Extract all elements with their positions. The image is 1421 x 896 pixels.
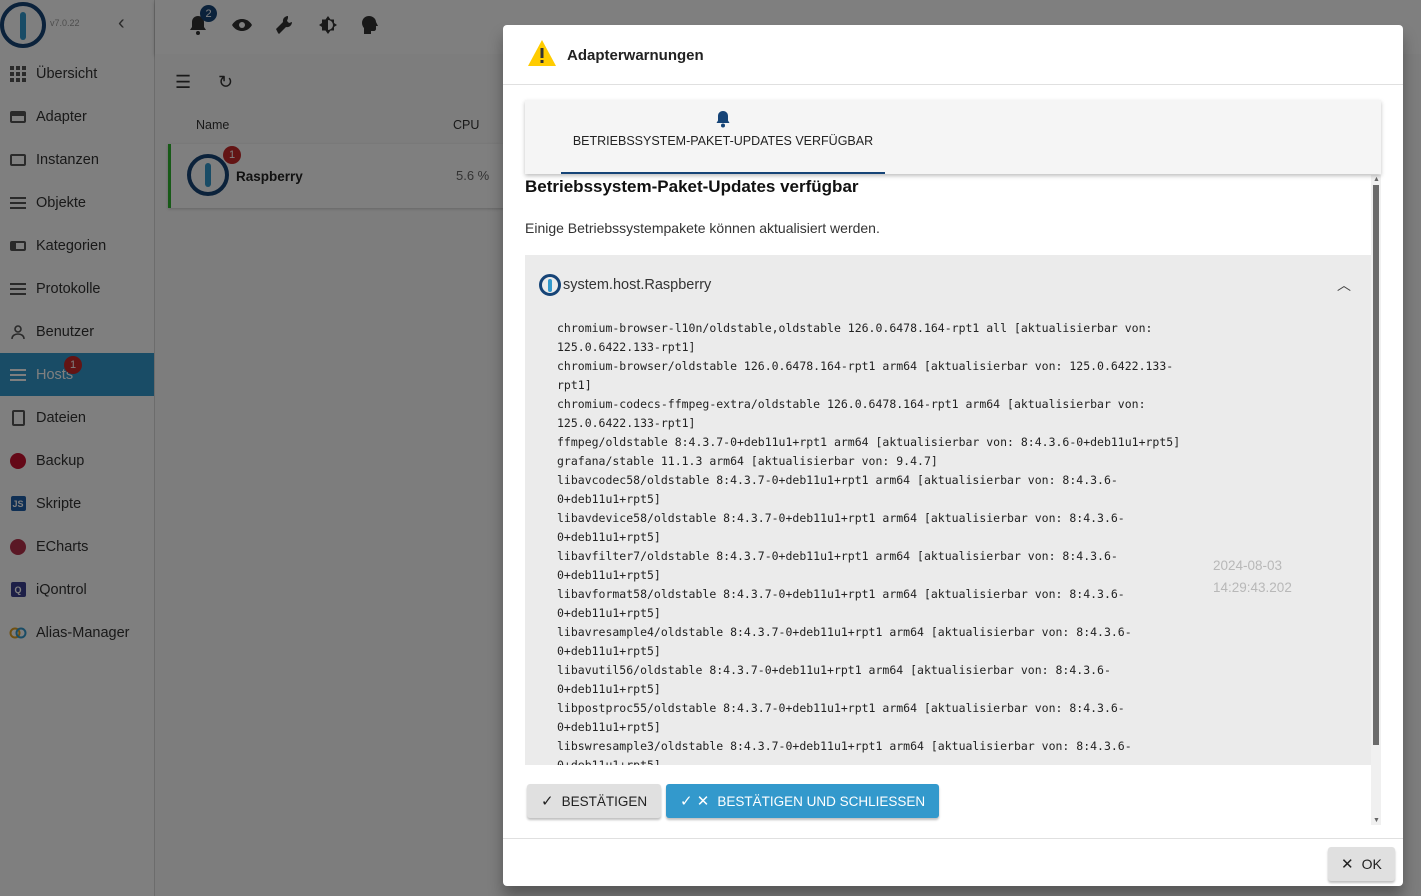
check-close-icon: ✓ ✕ — [680, 793, 710, 810]
timestamp: 2024-08-03 14:29:43.202 — [1213, 555, 1292, 599]
package-item: libswresample3/oldstable 8:4.3.7-0+deb11… — [557, 739, 1132, 765]
section-title: Betriebssystem-Paket-Updates verfügbar — [525, 177, 859, 196]
package-item: libpostproc55/oldstable 8:4.3.7-0+deb11u… — [557, 701, 1125, 734]
confirm-and-close-label: BESTÄTIGEN UND SCHLIESSEN — [717, 793, 926, 809]
package-item: libavutil56/oldstable 8:4.3.7-0+deb11u1+… — [557, 663, 1111, 696]
dialog-title-bar: Adapterwarnungen — [503, 25, 1403, 85]
package-item: libavfilter7/oldstable 8:4.3.7-0+deb11u1… — [557, 549, 1118, 582]
confirm-and-close-button[interactable]: ✓ ✕ BESTÄTIGEN UND SCHLIESSEN — [666, 784, 940, 818]
dialog-content: Betriebssystem-Paket-Updates verfügbar E… — [525, 175, 1371, 825]
host-logo-icon — [539, 274, 561, 296]
accordion-header[interactable]: system.host.Raspberry — [539, 273, 711, 297]
warning-icon — [528, 40, 556, 66]
package-item: libavformat58/oldstable 8:4.3.7-0+deb11u… — [557, 587, 1125, 620]
dialog-footer: ✕ OK — [503, 838, 1403, 886]
package-item: chromium-browser/oldstable 126.0.6478.16… — [557, 359, 1174, 392]
bell-icon — [716, 111, 730, 128]
scroll-down-arrow[interactable]: ▼ — [1373, 817, 1380, 824]
package-item: libavcodec58/oldstable 8:4.3.7-0+deb11u1… — [557, 473, 1118, 506]
ok-button-label: OK — [1361, 856, 1382, 872]
scrollbar-thumb[interactable] — [1373, 185, 1379, 745]
tab-indicator — [561, 172, 885, 174]
host-id: system.host.Raspberry — [563, 277, 712, 293]
package-list: chromium-browser-l10n/oldstable,oldstabl… — [557, 319, 1207, 765]
tab-label: BETRIEBSSYSTEM-PAKET-UPDATES VERFÜGBAR — [572, 134, 874, 148]
timestamp-time: 14:29:43.202 — [1213, 580, 1292, 595]
tab-bar: BETRIEBSSYSTEM-PAKET-UPDATES VERFÜGBAR — [525, 100, 1381, 174]
confirm-button[interactable]: ✓ BESTÄTIGEN — [527, 784, 662, 818]
dialog-title: Adapterwarnungen — [567, 47, 704, 64]
confirm-button-label: BESTÄTIGEN — [561, 793, 648, 809]
timestamp-date: 2024-08-03 — [1213, 558, 1283, 573]
adapter-warnings-dialog: Adapterwarnungen BETRIEBSSYSTEM-PAKET-UP… — [503, 25, 1403, 886]
package-item: chromium-browser-l10n/oldstable,oldstabl… — [557, 321, 1153, 354]
check-icon: ✓ — [541, 793, 554, 810]
tab-os-package-updates[interactable]: BETRIEBSSYSTEM-PAKET-UPDATES VERFÜGBAR — [561, 100, 885, 174]
close-icon: ✕ — [1341, 856, 1354, 873]
package-item: ffmpeg/oldstable 8:4.3.7-0+deb11u1+rpt1 … — [557, 435, 1181, 449]
ok-button[interactable]: ✕ OK — [1328, 847, 1395, 881]
package-item: grafana/stable 11.1.3 arm64 [aktualisier… — [557, 454, 938, 468]
host-accordion: system.host.Raspberry ︿ chromium-browser… — [525, 255, 1371, 765]
scroll-up-arrow[interactable]: ▲ — [1373, 176, 1380, 183]
scrollbar[interactable]: ▲ ▼ — [1371, 175, 1381, 825]
package-item: libavresample4/oldstable 8:4.3.7-0+deb11… — [557, 625, 1132, 658]
package-item: libavdevice58/oldstable 8:4.3.7-0+deb11u… — [557, 511, 1125, 544]
package-item: chromium-codecs-ffmpeg-extra/oldstable 1… — [557, 397, 1146, 430]
section-description: Einige Betriebssystempakete können aktua… — [525, 220, 880, 236]
chevron-up-icon[interactable]: ︿ — [1337, 275, 1351, 295]
